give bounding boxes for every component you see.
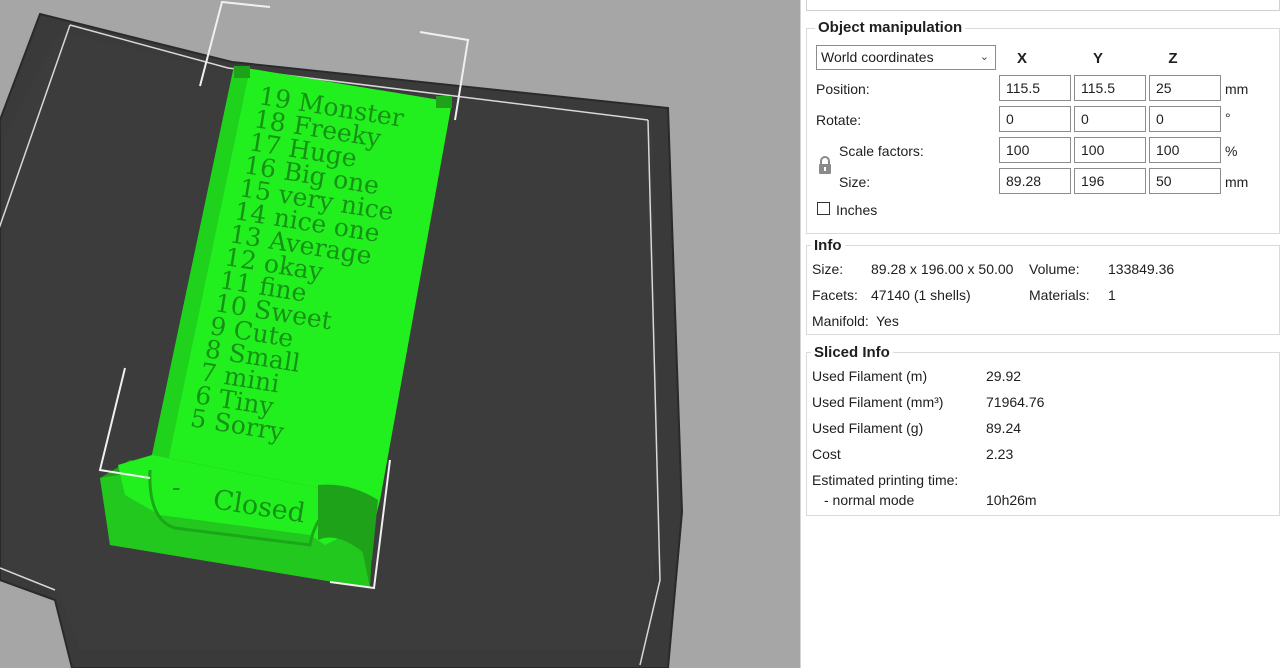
cost-label: Cost — [812, 446, 841, 462]
coordinate-system-value: World coordinates — [821, 49, 934, 65]
size-unit: mm — [1225, 174, 1249, 190]
info-materials-label: Materials: — [1029, 287, 1090, 303]
axis-y-header: Y — [1092, 50, 1103, 67]
3d-viewport[interactable]: 19 Monster 18 Freeky 17 Huge 16 Big one 15 v… — [0, 0, 800, 668]
inches-checkbox[interactable] — [817, 202, 830, 215]
info-facets-label: Facets: — [812, 287, 858, 303]
position-label: Position: — [816, 81, 870, 97]
position-unit: mm — [1225, 81, 1249, 97]
rotate-z-field[interactable] — [1149, 106, 1221, 132]
model-top-tab-left — [234, 66, 250, 78]
axis-x-header: X — [1016, 50, 1027, 67]
size-label: Size: — [839, 174, 871, 190]
info-title: Info — [811, 237, 845, 254]
model-top-tab-right — [436, 96, 452, 108]
info-volume-label: Volume: — [1029, 261, 1080, 277]
size-y-field[interactable] — [1074, 168, 1146, 194]
size-z-field[interactable] — [1149, 168, 1221, 194]
size-x-field[interactable] — [999, 168, 1071, 194]
normal-mode-value: 10h26m — [986, 492, 1037, 508]
info-materials-value: 1 — [1108, 287, 1116, 303]
sliced-info-title: Sliced Info — [811, 344, 893, 361]
info-size-value: 89.28 x 196.00 x 50.00 — [871, 261, 1014, 277]
scale-x-field[interactable] — [999, 137, 1071, 163]
rotate-y-field[interactable] — [1074, 106, 1146, 132]
axis-z-header: Z — [1168, 50, 1178, 67]
scale-unit: % — [1225, 143, 1238, 159]
info-manifold-label: Manifold: — [812, 313, 869, 329]
print-time-label: Estimated printing time: — [812, 472, 959, 488]
filament-g-value: 89.24 — [986, 420, 1022, 436]
filament-mm3-value: 71964.76 — [986, 394, 1045, 410]
info-facets-value: 47140 (1 shells) — [871, 287, 971, 303]
top-panel-edge — [806, 0, 1280, 11]
info-manifold-value: Yes — [876, 313, 899, 329]
scene-canvas[interactable]: 19 Monster18 Freeky17 Huge16 Big one15 v… — [0, 0, 800, 668]
normal-mode-label: - normal mode — [824, 492, 915, 508]
filament-m-value: 29.92 — [986, 368, 1022, 384]
scale-z-field[interactable] — [1149, 137, 1221, 163]
rotate-label: Rotate: — [816, 112, 862, 128]
object-manipulation-title: Object manipulation — [815, 19, 966, 36]
info-volume-value: 133849.36 — [1108, 261, 1175, 277]
scale-y-field[interactable] — [1074, 137, 1146, 163]
info-size-label: Size: — [812, 261, 844, 277]
model-closed-mark: - — [172, 473, 180, 502]
chevron-down-icon: ⌄ — [979, 51, 989, 63]
filament-m-label: Used Filament (m) — [812, 368, 928, 384]
sidebar-panel: Object manipulation World coordinates ⌄ … — [800, 0, 1280, 668]
coordinate-system-select[interactable]: World coordinates ⌄ — [816, 45, 996, 70]
inches-label[interactable]: Inches — [836, 202, 877, 218]
scale-factors-label: Scale factors: — [839, 143, 924, 159]
lock-icon[interactable] — [817, 155, 833, 178]
rotate-x-field[interactable] — [999, 106, 1071, 132]
cost-value: 2.23 — [986, 446, 1014, 462]
position-y-field[interactable] — [1074, 75, 1146, 101]
position-z-field[interactable] — [1149, 75, 1221, 101]
rotate-unit: ° — [1225, 110, 1231, 126]
position-x-field[interactable] — [999, 75, 1071, 101]
filament-g-label: Used Filament (g) — [812, 420, 924, 436]
filament-mm3-label: Used Filament (mm³) — [812, 394, 944, 410]
